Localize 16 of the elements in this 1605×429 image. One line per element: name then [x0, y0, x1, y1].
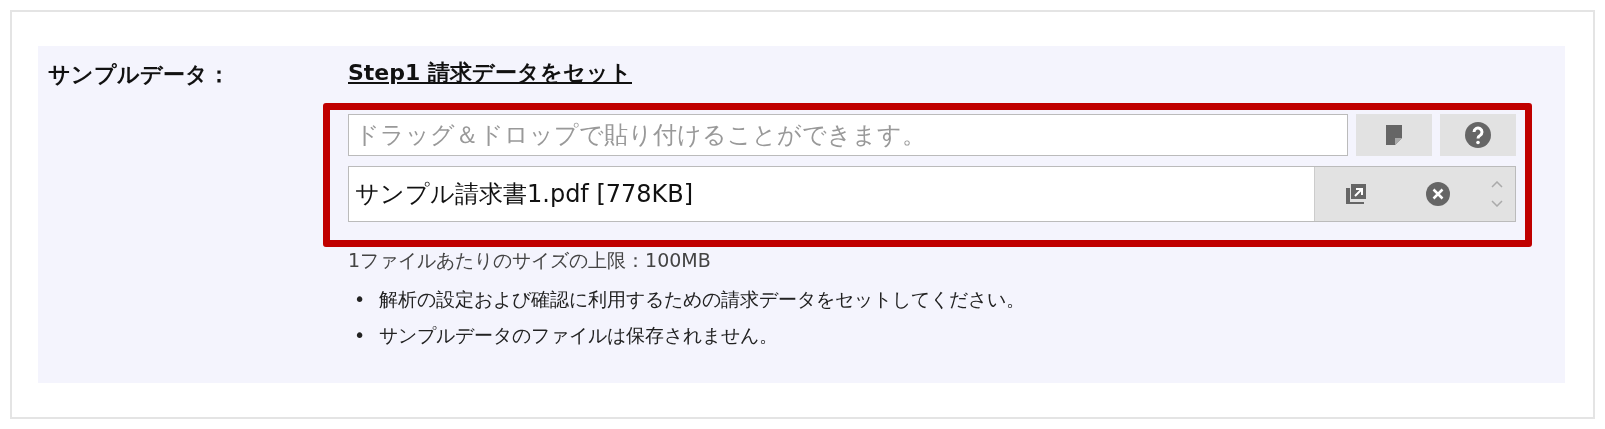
open-window-icon: [1344, 182, 1368, 206]
note-text: 解析の設定および確認に利用するための請求データをセットしてください。: [379, 286, 1026, 312]
help-icon: [1464, 121, 1492, 149]
help-button[interactable]: [1440, 114, 1516, 156]
note-text: サンプルデータのファイルは保存されません。: [379, 323, 779, 349]
drop-field[interactable]: ドラッグ＆ドロップで貼り付けることができます。: [348, 114, 1348, 156]
bullet: •: [354, 323, 366, 349]
paste-icon: [1384, 123, 1404, 147]
close-icon: [1425, 181, 1451, 207]
size-limit-text: 1ファイルあたりのサイズの上限：100MB: [348, 248, 711, 273]
paste-button[interactable]: [1356, 114, 1432, 156]
file-list-field[interactable]: サンプル請求書1.pdf [778KB]: [348, 166, 1516, 222]
field-label: サンプルデータ：: [48, 61, 231, 89]
step-title: Step1 請求データをセット: [348, 59, 632, 87]
bullet: •: [354, 286, 366, 312]
file-name-field[interactable]: サンプル請求書1.pdf [778KB]: [349, 167, 1315, 221]
